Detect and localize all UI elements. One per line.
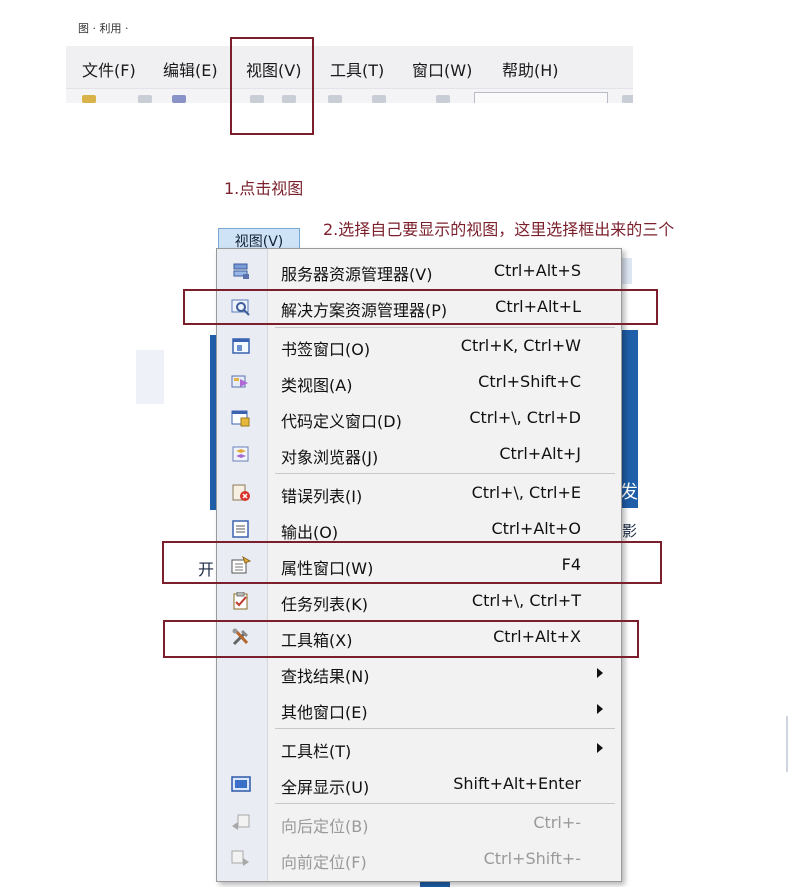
submenu-arrow-icon	[597, 743, 603, 753]
annotation-step1: 1.点击视图	[224, 179, 304, 198]
navigate-backward-icon	[231, 814, 251, 832]
menubar: 文件(F) 编辑(E) 视图(V) 工具(T) 窗口(W) 帮助(H)	[66, 46, 633, 89]
menu-separator	[275, 327, 615, 328]
solution-explorer-icon	[231, 298, 251, 316]
annotation-step2: 2.选择自己要显示的视图，这里选择框出来的三个	[323, 220, 675, 239]
menu-edit[interactable]: 编辑(E)	[163, 57, 218, 81]
redo-icon[interactable]	[372, 95, 386, 103]
menu-item-task-list[interactable]: 任务列表(K) Ctrl+\, Ctrl+T	[217, 584, 621, 618]
menu-item-class-view[interactable]: 类视图(A) Ctrl+Shift+C	[217, 365, 621, 399]
menu-item-toolbars[interactable]: 工具栏(T)	[217, 731, 621, 765]
menu-item-code-definition[interactable]: 代码定义窗口(D) Ctrl+\, Ctrl+D	[217, 401, 621, 435]
menu-window[interactable]: 窗口(W)	[412, 57, 472, 81]
menu-item-output[interactable]: 输出(O) Ctrl+Alt+O	[217, 512, 621, 546]
menu-item-navigate-backward[interactable]: 向后定位(B) Ctrl+-	[217, 806, 621, 840]
menu-file[interactable]: 文件(F)	[82, 57, 136, 81]
code-definition-icon	[231, 409, 251, 427]
submenu-arrow-icon	[597, 668, 603, 678]
save-icon[interactable]	[138, 95, 152, 103]
error-list-icon	[231, 484, 251, 502]
menu-item-other-windows[interactable]: 其他窗口(E)	[217, 692, 621, 726]
menu-item-bookmark-window[interactable]: 书签窗口(O) Ctrl+K, Ctrl+W	[217, 329, 621, 363]
menu-item-solution-explorer[interactable]: 解决方案资源管理器(P) Ctrl+Alt+L	[217, 290, 621, 324]
full-screen-icon	[231, 775, 251, 793]
toolbox-icon	[231, 628, 251, 646]
view-dropdown-menu: 服务器资源管理器(V) Ctrl+Alt+S 解决方案资源管理器(P) Ctrl…	[216, 248, 622, 882]
menu-item-server-explorer[interactable]: 服务器资源管理器(V) Ctrl+Alt+S	[217, 254, 621, 288]
background-text: 发	[620, 482, 638, 503]
toolbar	[66, 89, 633, 103]
menu-item-find-results[interactable]: 查找结果(N)	[217, 656, 621, 690]
window-title-fragment: 图 · 利用 ·	[78, 22, 129, 34]
background-text: 开	[198, 560, 215, 579]
menu-item-error-list[interactable]: 错误列表(I) Ctrl+\, Ctrl+E	[217, 476, 621, 510]
menu-separator	[275, 803, 615, 804]
view-menu-tab[interactable]: 视图(V)	[218, 228, 300, 249]
class-view-icon	[231, 373, 251, 391]
bookmark-window-icon	[231, 337, 251, 355]
background-panel	[136, 350, 164, 404]
menu-item-object-browser[interactable]: 对象浏览器(J) Ctrl+Alt+J	[217, 437, 621, 471]
menu-view[interactable]: 视图(V)	[246, 57, 301, 81]
menu-separator	[275, 728, 615, 729]
submenu-arrow-icon	[597, 704, 603, 714]
task-list-icon	[231, 592, 251, 610]
menu-separator	[275, 473, 615, 474]
menu-item-properties-window[interactable]: 属性窗口(W) F4	[217, 548, 621, 582]
server-explorer-icon	[231, 262, 251, 280]
copy-icon[interactable]	[250, 95, 264, 103]
menu-item-navigate-forward[interactable]: 向前定位(F) Ctrl+Shift+-	[217, 842, 621, 876]
menu-item-full-screen[interactable]: 全屏显示(U) Shift+Alt+Enter	[217, 767, 621, 801]
menu-item-toolbox[interactable]: 工具箱(X) Ctrl+Alt+X	[217, 620, 621, 654]
menu-tools[interactable]: 工具(T)	[330, 57, 384, 81]
config-combobox[interactable]	[474, 92, 608, 103]
navigate-forward-icon	[231, 850, 251, 868]
output-icon	[231, 520, 251, 538]
new-project-icon[interactable]	[82, 95, 96, 103]
properties-window-icon	[231, 556, 251, 574]
undo-icon[interactable]	[328, 95, 342, 103]
overflow-icon[interactable]	[622, 95, 633, 103]
start-icon[interactable]	[436, 95, 450, 103]
paste-icon[interactable]	[282, 95, 296, 103]
background-text: 影	[622, 522, 638, 540]
object-browser-icon	[231, 445, 251, 463]
save-all-icon[interactable]	[172, 95, 186, 103]
menu-help[interactable]: 帮助(H)	[502, 57, 559, 81]
